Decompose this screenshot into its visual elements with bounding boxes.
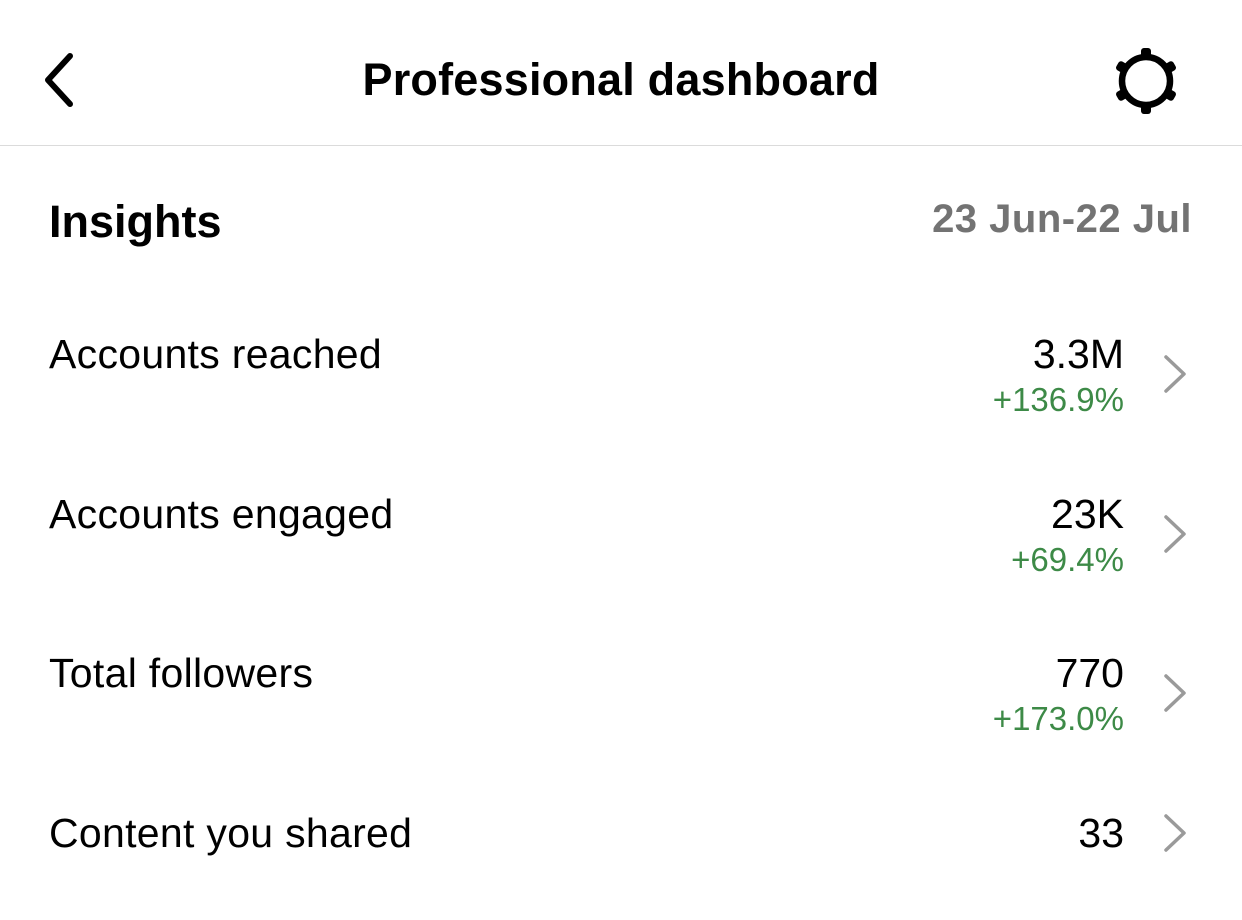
metric-label: Accounts engaged <box>49 491 394 537</box>
chevron-right-icon <box>1164 814 1186 852</box>
metric-value: 3.3M <box>1032 331 1124 377</box>
metric-value: 33 <box>1078 810 1124 856</box>
metric-row-accounts-reached[interactable]: Accounts reached 3.3M +136.9% <box>0 330 1242 460</box>
metric-change: +173.0% <box>992 700 1124 737</box>
chevron-right-icon <box>1164 674 1186 712</box>
top-navigation-bar: Professional dashboard <box>0 0 1242 146</box>
insights-title: Insights <box>49 196 222 247</box>
metric-row-total-followers[interactable]: Total followers 770 +173.0% <box>0 649 1242 779</box>
metric-row-content-shared[interactable]: Content you shared 33 <box>0 809 1242 889</box>
gear-icon <box>1116 48 1176 114</box>
chevron-right-icon <box>1164 355 1186 393</box>
metric-value: 770 <box>1055 650 1124 696</box>
metric-label: Content you shared <box>49 810 413 856</box>
chevron-right-icon <box>1164 515 1186 553</box>
metric-label: Accounts reached <box>49 331 382 377</box>
metric-value: 23K <box>1051 491 1124 537</box>
metric-change: +69.4% <box>1011 541 1124 578</box>
metric-change: +136.9% <box>992 381 1124 418</box>
page-title: Professional dashboard <box>362 54 880 105</box>
date-range-label: 23 Jun-22 Jul <box>932 197 1192 241</box>
metric-label: Total followers <box>49 650 314 696</box>
insights-header: Insights 23 Jun-22 Jul <box>0 190 1242 260</box>
settings-button[interactable] <box>1106 41 1186 121</box>
metric-row-accounts-engaged[interactable]: Accounts engaged 23K +69.4% <box>0 490 1242 620</box>
